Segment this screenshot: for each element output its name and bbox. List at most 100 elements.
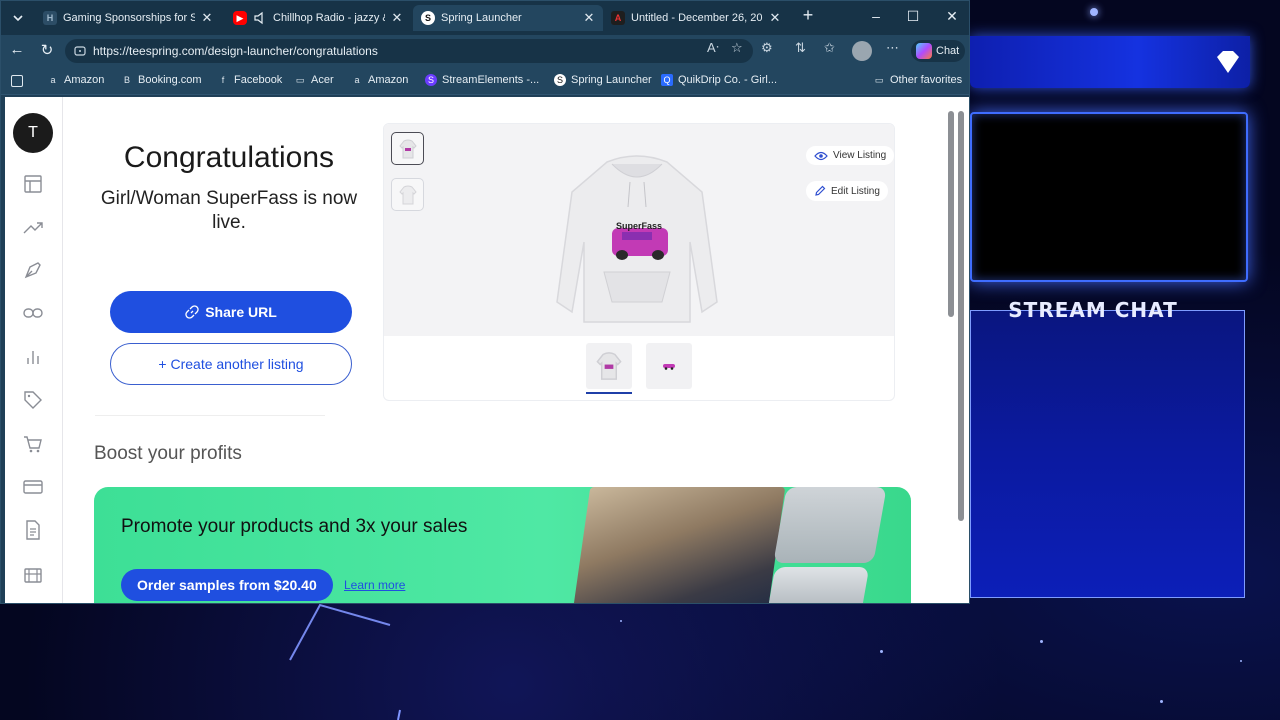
stream-chat-panel <box>970 310 1245 598</box>
close-icon[interactable]: ✕ <box>583 10 595 26</box>
speaker-icon[interactable] <box>253 11 267 25</box>
youtube-icon: ▶ <box>233 11 247 25</box>
product-image-stage: SuperFass View Listing Edit Listing <box>384 124 894 336</box>
extensions-icon[interactable]: ⚙ <box>761 40 773 56</box>
sync-icon[interactable]: ⇅ <box>795 40 806 56</box>
tab-label: Gaming Sponsorships for Stream <box>63 12 195 24</box>
window-close-icon[interactable]: ✕ <box>942 8 962 25</box>
h-favicon-icon: H <box>43 11 57 25</box>
spring-icon: S <box>421 11 435 25</box>
bookmark-amazon[interactable]: a Amazon <box>47 74 104 86</box>
product-print-text: SuperFass <box>616 221 663 231</box>
browser-window: H Gaming Sponsorships for Stream ✕ ▶ Chi… <box>0 0 970 604</box>
order-samples-button[interactable]: Order samples from $20.40 <box>121 569 333 601</box>
promo-photo-hoodie <box>773 487 887 563</box>
hoodie-product-image <box>556 155 718 323</box>
selected-thumbnail-indicator <box>586 392 632 394</box>
url-field[interactable]: https://teespring.com/design-launcher/co… <box>65 39 753 63</box>
background-star <box>880 650 883 653</box>
new-tab-icon[interactable]: + <box>798 5 818 26</box>
neon-lines-decoration <box>289 603 401 720</box>
copilot-icon <box>916 43 932 59</box>
cart-icon[interactable] <box>22 433 44 455</box>
close-icon[interactable]: ✕ <box>201 10 213 26</box>
favorites-icon[interactable]: ✩ <box>824 40 835 56</box>
booking-icon: B <box>123 75 130 85</box>
close-icon[interactable]: ✕ <box>391 10 403 26</box>
tab-strip: H Gaming Sponsorships for Stream ✕ ▶ Chi… <box>1 1 969 35</box>
store-icon[interactable] <box>22 563 44 585</box>
link-icon <box>185 305 199 319</box>
bookmark-amazon-2[interactable]: a Amazon <box>351 74 408 86</box>
document-icon[interactable] <box>22 519 44 541</box>
hoodie-icon <box>596 352 622 380</box>
amazon-icon: a <box>50 75 56 85</box>
create-another-listing-button[interactable]: + Create another listing <box>110 343 352 385</box>
more-menu-icon[interactable]: ⋯ <box>886 40 899 56</box>
pencil-icon <box>815 185 826 196</box>
spring-icon: S <box>554 74 566 86</box>
eye-icon <box>814 151 828 160</box>
tab-chillhop-radio[interactable]: ▶ Chillhop Radio - jazzy & lofi ✕ <box>225 5 411 31</box>
minimize-icon[interactable]: – <box>866 8 886 24</box>
bookmark-acer[interactable]: ▭ Acer <box>294 74 334 86</box>
credit-card-icon[interactable] <box>22 476 44 498</box>
bookmark-quikdrip[interactable]: Q QuikDrip Co. - Girl... <box>661 74 777 86</box>
address-bar: ← ↻ https://teespring.com/design-launche… <box>1 35 969 67</box>
bookmark-spring-launcher[interactable]: S Spring Launcher <box>554 74 652 86</box>
refresh-icon[interactable]: ↻ <box>37 41 57 59</box>
product-preview: SuperFass View Listing Edit Listing <box>383 123 895 401</box>
tab-label: Chillhop Radio - jazzy & lofi <box>273 12 385 24</box>
bookmark-booking[interactable]: B Booking.com <box>121 74 202 86</box>
close-icon[interactable]: ✕ <box>769 10 781 26</box>
back-arrow-icon[interactable]: ← <box>7 41 27 58</box>
hoodie-thumbnail[interactable] <box>586 343 632 389</box>
link-icon[interactable] <box>22 302 44 324</box>
edit-listing-label: Edit Listing <box>831 185 880 197</box>
tab-actions-button[interactable] <box>5 5 31 31</box>
profile-avatar[interactable] <box>852 41 872 61</box>
site-info-icon[interactable] <box>73 44 87 58</box>
edit-listing-link[interactable]: Edit Listing <box>806 181 888 201</box>
background-star <box>1090 8 1098 16</box>
background-star <box>1040 640 1043 643</box>
background-star <box>620 620 622 622</box>
overlay-top-bar <box>970 36 1250 88</box>
maximize-icon[interactable]: ☐ <box>903 8 923 25</box>
share-url-label: Share URL <box>205 304 277 320</box>
trending-up-icon[interactable] <box>22 217 44 239</box>
tab-spring-launcher[interactable]: S Spring Launcher ✕ <box>413 5 603 31</box>
read-aloud-icon[interactable]: Aᐧ <box>707 40 719 56</box>
hoodie-icon <box>398 139 417 158</box>
tag-icon[interactable] <box>22 389 44 411</box>
share-url-button[interactable]: Share URL <box>110 291 352 333</box>
back-view-thumbnail[interactable] <box>391 178 424 211</box>
bookmark-streamelements[interactable]: S StreamElements -... <box>425 74 539 86</box>
stream-chat-title: STREAM CHAT <box>1008 298 1178 322</box>
design-thumbnail[interactable] <box>646 343 692 389</box>
web-page: T Congratulations Girl/Woman SuperFass i… <box>5 97 969 603</box>
learn-more-link[interactable]: Learn more <box>344 578 405 592</box>
copilot-chat-button[interactable]: Chat <box>911 40 965 62</box>
tab-untitled[interactable]: A Untitled - December 26, 2025 at ✕ <box>603 5 789 31</box>
chevron-down-icon <box>13 15 23 22</box>
pen-tool-icon[interactable] <box>22 259 44 281</box>
favorite-star-icon[interactable]: ☆ <box>731 40 743 56</box>
facebook-icon: f <box>221 75 225 85</box>
view-listing-link[interactable]: View Listing <box>806 146 894 165</box>
bookmark-facebook[interactable]: f Facebook <box>217 74 283 86</box>
car-design-icon <box>663 364 675 370</box>
layout-icon[interactable] <box>22 173 44 195</box>
section-divider <box>95 415 325 416</box>
user-avatar[interactable]: T <box>13 113 53 153</box>
amazon-icon: a <box>354 75 360 85</box>
quikdrip-icon: Q <box>661 74 673 86</box>
webcam-frame <box>970 112 1248 282</box>
scrollbar-thumb[interactable] <box>958 111 964 521</box>
tab-gaming-sponsorships[interactable]: H Gaming Sponsorships for Stream ✕ <box>35 5 221 31</box>
front-view-thumbnail[interactable] <box>391 132 424 165</box>
bar-chart-icon[interactable] <box>22 346 44 368</box>
bookmark-other-favorites[interactable]: ▭ Other favorites <box>873 74 962 86</box>
collections-icon[interactable] <box>11 75 23 87</box>
scrollbar-thumb[interactable] <box>948 111 954 317</box>
